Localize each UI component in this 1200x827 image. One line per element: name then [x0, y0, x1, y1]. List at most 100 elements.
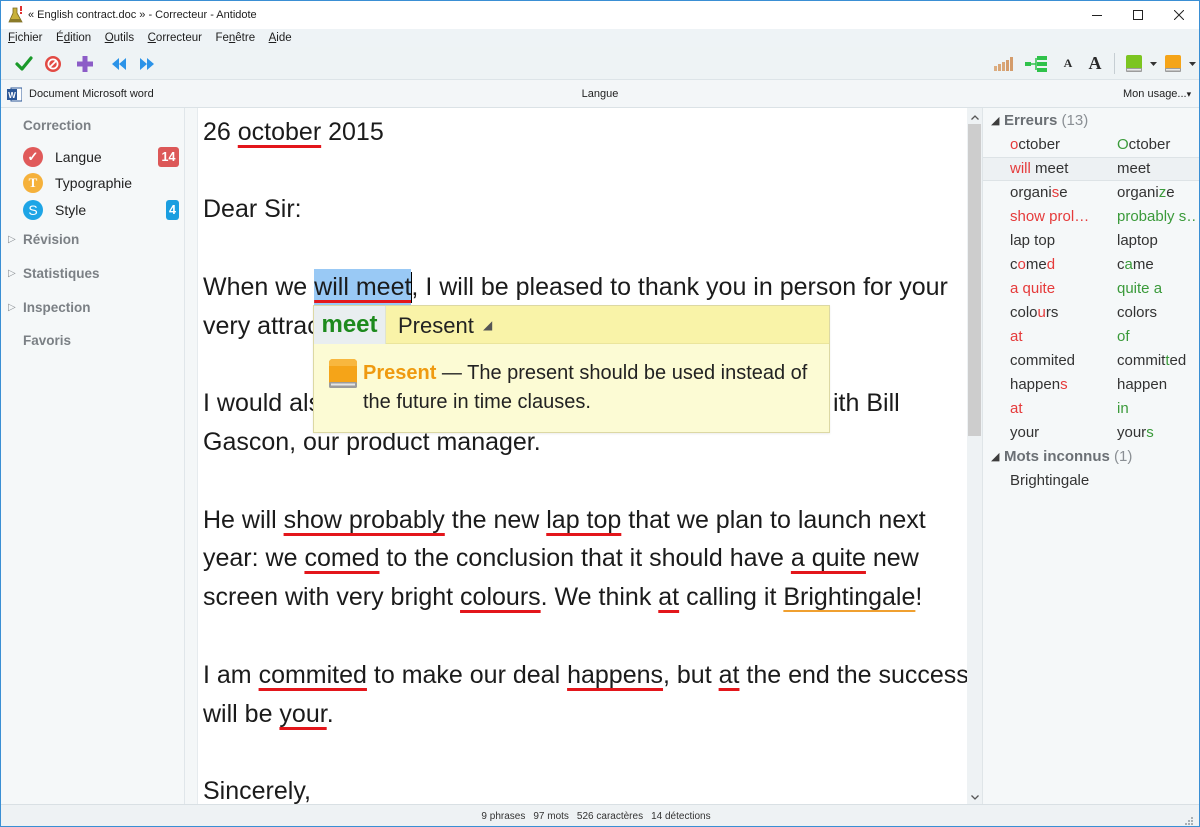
- scroll-thumb[interactable]: [968, 124, 981, 437]
- document-line[interactable]: year: we comed to the conclusion that it…: [203, 539, 967, 578]
- blank-line[interactable]: [203, 229, 967, 268]
- unknown-word[interactable]: Brightingale: [783, 583, 915, 611]
- menu-item-fenêtre[interactable]: Fenêtre: [215, 32, 255, 44]
- replacement-suggestion-button[interactable]: meet: [314, 306, 386, 344]
- unknown-words-list: Brightingale: [983, 469, 1199, 493]
- document-line[interactable]: will be your.: [203, 695, 967, 734]
- ignore-detection-button[interactable]: [42, 47, 64, 80]
- error-list-item[interactable]: october October: [983, 133, 1199, 157]
- text-smaller-button[interactable]: A: [1059, 47, 1077, 80]
- error-word[interactable]: comed: [304, 544, 379, 572]
- document-line[interactable]: 26 october 2015: [203, 113, 967, 152]
- guides-dropdown[interactable]: [1186, 47, 1198, 80]
- document-line[interactable]: He will show probably the new lap top th…: [203, 501, 967, 540]
- sidebar-section-statistiques[interactable]: ▷ Statistiques: [1, 262, 184, 286]
- tree-view-icon: [1025, 55, 1047, 72]
- error-list-item[interactable]: show prol… probably s…: [983, 205, 1199, 229]
- document-line[interactable]: I am commited to make our deal happens, …: [203, 656, 967, 695]
- text-run: When we: [203, 272, 315, 301]
- unknown-words-group-header[interactable]: ◢ Mots inconnus (1): [983, 445, 1199, 469]
- sidebar-section-inspection[interactable]: ▷ Inspection: [1, 296, 184, 320]
- menu-item-fichier[interactable]: Fichier: [8, 32, 43, 44]
- error-correction: happen: [1117, 373, 1197, 397]
- text-run: ith Bill: [833, 389, 900, 418]
- menu-item-édition[interactable]: Édition: [56, 32, 91, 44]
- document-line[interactable]: Sincerely,: [203, 772, 967, 804]
- error-word[interactable]: commited: [259, 661, 367, 689]
- error-list-item[interactable]: happens happen: [983, 373, 1199, 397]
- unknown-word-item[interactable]: Brightingale: [983, 469, 1199, 493]
- error-list-item[interactable]: lap top laptop: [983, 229, 1199, 253]
- guide-book-icon[interactable]: [326, 357, 360, 391]
- rule-expand-icon[interactable]: ◢: [483, 318, 492, 332]
- document-line[interactable]: screen with very bright colours. We thin…: [203, 578, 967, 617]
- error-list-item[interactable]: commited committed: [983, 349, 1199, 373]
- tree-view-button[interactable]: [1023, 47, 1049, 80]
- minimize-button[interactable]: [1075, 1, 1119, 29]
- sidebar-item-style[interactable]: S Style 4: [1, 198, 184, 222]
- document-line[interactable]: Dear Sir:: [203, 190, 967, 229]
- error-list-item[interactable]: comed came: [983, 253, 1199, 277]
- blank-line[interactable]: [203, 462, 967, 501]
- document-line[interactable]: When we will meet, I will be pleased to …: [203, 268, 967, 307]
- sidebar-section-favoris[interactable]: Favoris: [1, 329, 184, 353]
- maximize-button[interactable]: [1116, 1, 1160, 29]
- scroll-down-button[interactable]: [967, 790, 982, 804]
- error-word[interactable]: at: [658, 583, 679, 611]
- menu-item-aide[interactable]: Aide: [269, 32, 292, 44]
- resize-grip[interactable]: [1183, 815, 1193, 825]
- document-scrollbar[interactable]: [967, 108, 982, 804]
- menu-item-correcteur[interactable]: Correcteur: [148, 32, 202, 44]
- selected-error-word[interactable]: will meet: [314, 268, 412, 305]
- explanation-title-link[interactable]: Present: [363, 362, 436, 384]
- menu-item-outils[interactable]: Outils: [105, 32, 134, 44]
- scroll-up-button[interactable]: [967, 110, 982, 124]
- text-larger-button[interactable]: A: [1085, 47, 1105, 80]
- errors-group-header[interactable]: ◢ Erreurs (13): [983, 109, 1199, 133]
- sidebar-item-typographie[interactable]: T Typographie: [1, 171, 184, 195]
- usage-selector[interactable]: Mon usage...▾: [1123, 88, 1191, 100]
- next-detection-button[interactable]: [136, 47, 158, 80]
- error-list-item[interactable]: at of: [983, 325, 1199, 349]
- close-button[interactable]: [1157, 1, 1199, 29]
- error-word[interactable]: show probably: [284, 506, 445, 534]
- error-list-item[interactable]: a quite quite a: [983, 277, 1199, 301]
- error-correction: organize: [1117, 181, 1197, 205]
- section-label: Favoris: [23, 333, 72, 348]
- error-word[interactable]: happens: [567, 661, 663, 689]
- error-list-item[interactable]: will meet meet: [983, 157, 1199, 181]
- previous-detection-button[interactable]: [108, 47, 130, 80]
- blank-line[interactable]: [203, 617, 967, 656]
- menu-mnemonic: O: [104, 32, 114, 44]
- rule-name[interactable]: Present: [398, 313, 474, 339]
- text-fragment: probably s…: [1117, 208, 1197, 225]
- add-button[interactable]: [74, 47, 96, 80]
- antidote-window: « English contract.doc » - Correcteur - …: [0, 0, 1200, 827]
- menu-mnemonic: F: [8, 32, 16, 44]
- error-word[interactable]: colours: [460, 583, 541, 611]
- document-text[interactable]: 26 october 2015 Dear Sir: When we will m…: [203, 113, 967, 804]
- error-original: happens: [1010, 373, 1110, 397]
- statistics-button[interactable]: [992, 47, 1016, 80]
- error-word[interactable]: october: [238, 118, 321, 146]
- error-list-item[interactable]: colours colors: [983, 301, 1199, 325]
- error-word[interactable]: at: [719, 661, 740, 689]
- dictionaries-button[interactable]: [1122, 47, 1146, 80]
- error-list-item[interactable]: your yours: [983, 421, 1199, 445]
- error-word[interactable]: your: [279, 700, 326, 728]
- sidebar-section-revision[interactable]: ▷ Révision: [1, 228, 184, 252]
- error-word[interactable]: lap top: [546, 506, 621, 534]
- accept-correction-button[interactable]: [13, 47, 35, 80]
- blank-line[interactable]: [203, 733, 967, 772]
- error-list-item[interactable]: at in: [983, 397, 1199, 421]
- text-run: very attrac: [203, 311, 320, 340]
- text-run: I would als: [203, 389, 322, 418]
- dictionaries-dropdown[interactable]: [1147, 47, 1159, 80]
- guides-button[interactable]: [1161, 47, 1185, 80]
- blank-line[interactable]: [203, 151, 967, 190]
- error-word[interactable]: a quite: [791, 544, 866, 572]
- error-list-item[interactable]: organise organize: [983, 181, 1199, 205]
- document-pane[interactable]: 26 october 2015 Dear Sir: When we will m…: [185, 108, 967, 804]
- sidebar-item-langue[interactable]: ✓ Langue 14: [1, 145, 184, 169]
- detections-panel: ◢ Erreurs (13) october October will meet me…: [982, 108, 1199, 804]
